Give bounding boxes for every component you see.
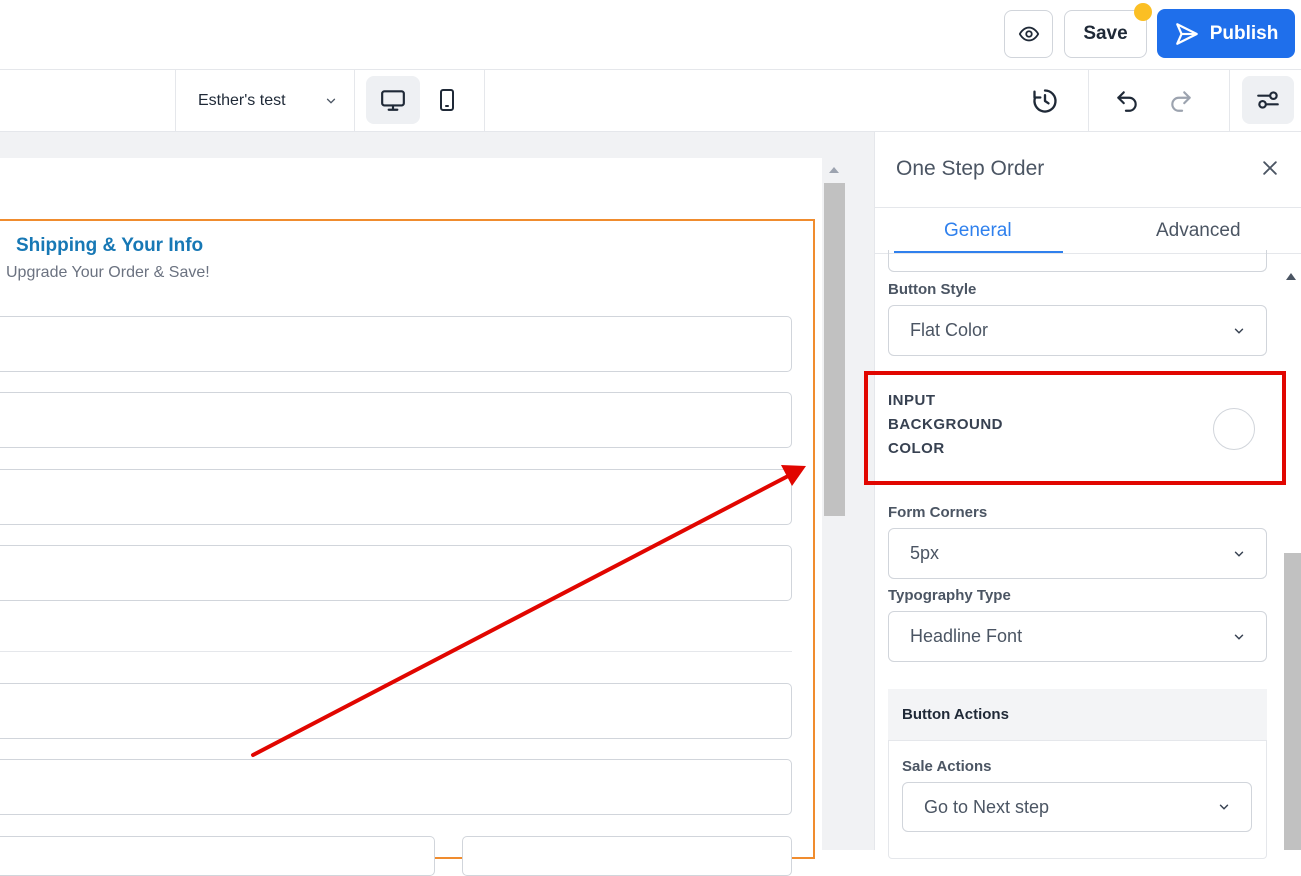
chevron-down-icon <box>1234 551 1244 557</box>
canvas-scroll-thumb[interactable] <box>824 183 845 516</box>
toolbar-divider <box>484 70 485 132</box>
form-title: Shipping & Your Info <box>16 235 204 256</box>
typography-type-value: Headline Font <box>910 626 1023 646</box>
page-selector-label: Esther's test <box>198 92 286 109</box>
panel-title: One Step Order <box>896 157 1045 180</box>
settings-button[interactable] <box>1242 76 1294 124</box>
undo-icon <box>1117 91 1137 112</box>
form-subtitle: Upgrade Your Order & Save! <box>6 264 210 281</box>
chevron-down-icon <box>1219 804 1229 810</box>
form-corners-value: 5px <box>910 543 940 563</box>
mobile-view-button[interactable] <box>424 76 470 124</box>
chevron-down-icon <box>1234 328 1244 334</box>
save-button[interactable]: Save <box>1064 10 1147 58</box>
chevron-down-icon <box>326 98 336 104</box>
close-panel-button[interactable] <box>1258 156 1282 180</box>
undo-button[interactable] <box>1112 86 1142 116</box>
page-selector[interactable]: Esther's test <box>198 90 338 112</box>
redo-icon <box>1171 91 1191 112</box>
save-button-label: Save <box>1083 23 1128 44</box>
publish-button-label: Publish <box>1209 22 1279 44</box>
desktop-view-button[interactable] <box>366 76 420 124</box>
form-corners-label: Form Corners <box>888 504 988 521</box>
form-input[interactable] <box>0 683 792 739</box>
scroll-up-arrow-icon[interactable] <box>829 167 839 173</box>
history-button[interactable] <box>1030 86 1060 116</box>
redo-button[interactable] <box>1166 86 1196 116</box>
toolbar-divider <box>354 70 355 132</box>
form-input[interactable] <box>0 469 792 525</box>
send-icon <box>1175 22 1198 45</box>
sale-actions-label: Sale Actions <box>902 758 992 775</box>
publish-button[interactable]: Publish <box>1157 9 1295 58</box>
button-style-label: Button Style <box>888 281 977 298</box>
history-icon <box>1033 89 1057 113</box>
preview-button[interactable] <box>1004 10 1053 58</box>
button-style-select[interactable]: Flat Color <box>888 305 1267 356</box>
editor-toolbar: Esther's test <box>0 70 1301 132</box>
form-input[interactable] <box>0 392 792 448</box>
tab-advanced[interactable]: Advanced <box>1156 220 1241 242</box>
annotation-highlight-box <box>864 371 1286 485</box>
settings-sliders-icon <box>1257 91 1279 109</box>
form-input[interactable] <box>0 836 435 876</box>
desktop-icon <box>381 90 405 111</box>
form-input[interactable] <box>0 316 792 372</box>
sale-actions-value: Go to Next step <box>924 796 1050 817</box>
eye-icon <box>1018 26 1039 42</box>
typography-type-select[interactable]: Headline Font <box>888 611 1267 662</box>
form-input[interactable] <box>462 836 792 876</box>
panel-scroll-up-icon[interactable] <box>1286 273 1296 280</box>
button-actions-title: Button Actions <box>902 706 1009 723</box>
form-input[interactable] <box>0 545 792 601</box>
partial-field[interactable] <box>888 250 1267 272</box>
toolbar-divider <box>1229 70 1230 132</box>
form-corners-select[interactable]: 5px <box>888 528 1267 579</box>
toolbar-divider <box>1088 70 1089 132</box>
mobile-icon <box>440 89 454 111</box>
sale-actions-select[interactable]: Go to Next step <box>902 782 1252 832</box>
typography-type-label: Typography Type <box>888 587 1011 604</box>
unsaved-indicator <box>1134 3 1152 21</box>
close-icon <box>1263 161 1277 175</box>
button-style-value: Flat Color <box>910 320 989 340</box>
form-divider <box>0 651 792 652</box>
panel-scroll-thumb[interactable] <box>1284 553 1301 850</box>
toolbar-divider <box>175 70 176 132</box>
chevron-down-icon <box>1234 634 1244 640</box>
tab-general[interactable]: General <box>944 220 1012 242</box>
form-input[interactable] <box>0 759 792 815</box>
